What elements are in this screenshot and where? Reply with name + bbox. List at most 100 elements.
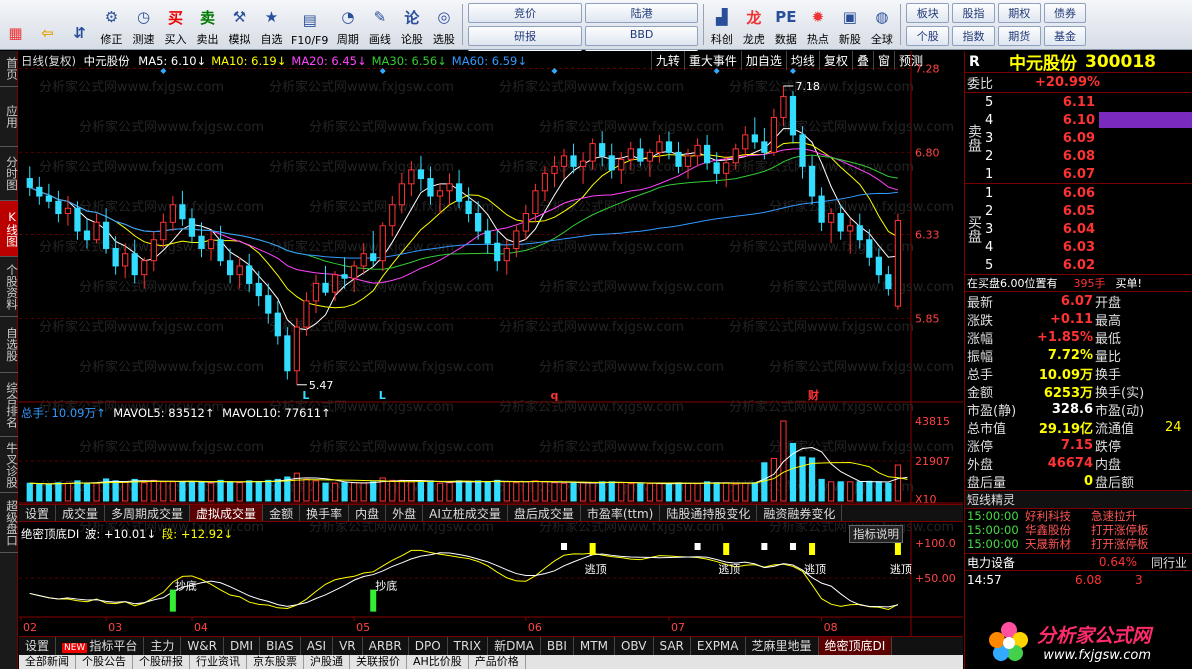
buttons-button-4[interactable]: ◷ 测速 [128,0,160,49]
bottom-indicator-tab[interactable]: ASI [301,637,334,655]
info-tab[interactable]: 京东股票 [247,655,304,669]
left-tab[interactable]: K线图 [0,201,19,257]
buttons-button-12[interactable]: 论论股 [396,0,428,49]
chart-tool-button[interactable]: 重大事件 [683,51,741,70]
bottom-indicator-tab[interactable]: MTM [574,637,615,655]
market-link[interactable]: 债券 [1043,3,1087,23]
market-link[interactable]: 板块 [906,3,950,23]
buttons-button-3[interactable]: ⚙ 修正 [96,0,128,49]
market-link[interactable]: 基金 [1043,26,1087,46]
bottom-indicator-tab[interactable]: TRIX [448,637,489,655]
bottom-indicator-tab[interactable]: 设置 [19,637,57,655]
chart-tool-button[interactable]: 预测 [893,51,927,70]
short-item[interactable]: 15:00:00 华鑫股份 打开涨停板 [965,523,1192,537]
quick-link[interactable]: BBD [584,26,699,46]
indicator-tab[interactable]: 设置 [19,505,57,521]
buttons-button-1[interactable]: ⇦ [32,0,64,49]
indicator-tab[interactable]: 融资融券变化 [757,505,843,521]
left-tab[interactable]: 综合排名 [0,373,19,437]
bottom-indicator-tab[interactable]: VR [333,637,363,655]
left-tab[interactable]: 个股资料 [0,257,19,317]
quick-link[interactable]: 陆港 [584,3,699,23]
indicator-tab[interactable]: 虚拟成交量 [190,505,264,521]
event-marker[interactable]: L [302,389,309,402]
bottom-indicator-tab[interactable]: 绝密顶底DI [818,637,893,655]
bottom-indicator-tab[interactable]: BBI [541,637,574,655]
bottom-indicator-tab[interactable]: 新DMA [488,637,541,655]
buttons-button-6[interactable]: 卖卖出 [192,0,224,49]
buttons2-button-2[interactable]: PE 数据 [770,0,802,49]
chart-tool-button[interactable]: 均线 [785,51,819,70]
bottom-indicator-tab[interactable]: 芝麻里地量 [746,637,819,655]
buttons2-button-1[interactable]: 龙龙虎 [738,0,770,49]
left-tab[interactable]: 首页 [0,51,19,87]
left-tab[interactable]: 超级盘口 [0,493,19,553]
bottom-indicator-tab[interactable]: DMI [224,637,261,655]
indicator-tab[interactable]: AI立桩成交量 [423,505,508,521]
buttons-button-11[interactable]: ✎ 画线 [364,0,396,49]
bottom-indicator-tab[interactable]: OBV [615,637,654,655]
bottom-indicator-tab[interactable]: EXPMA [691,637,746,655]
indicator-tab[interactable]: 陆股通持股变化 [660,505,758,521]
indicator-tab[interactable]: 外盘 [386,505,424,521]
bottom-indicator-tab[interactable]: 主力 [144,637,182,655]
chart-tool-button[interactable]: 窗 [872,51,894,70]
buttons-button-0[interactable]: ▦ [0,0,32,49]
bottom-indicator-tab[interactable]: DPO [409,637,448,655]
bottom-indicator-tab[interactable]: ARBR [363,637,409,655]
chart-tool-button[interactable]: 复权 [818,51,852,70]
indicator-help-button[interactable]: 指标说明 [849,525,903,543]
buttons-button-2[interactable]: ⇵ [64,0,96,49]
indicator-tab[interactable]: 盘后成交量 [508,505,581,521]
info-tab[interactable]: 行业资讯 [190,655,247,669]
short-item[interactable]: 15:00:00 好利科技 急速拉升 [965,509,1192,523]
buttons2-button-4[interactable]: ▣ 新股 [834,0,866,49]
info-tab[interactable]: AH比价股 [407,655,469,669]
event-marker[interactable]: q [550,389,558,402]
buttons-button-13[interactable]: ◎ 选股 [428,0,460,49]
chart-tool-button[interactable]: 加自选 [740,51,786,70]
bottom-indicator-tab[interactable]: W&R [181,637,224,655]
event-marker[interactable]: 财 [807,388,819,402]
buttons-button-8[interactable]: ★ 自选 [256,0,288,49]
info-tab[interactable]: 产品价格 [469,655,526,669]
info-tab[interactable]: 个股研报 [133,655,190,669]
quick-link[interactable]: 研报 [468,26,582,46]
bottom-indicator-tab[interactable]: SAR [654,637,691,655]
short-item[interactable]: 15:00:00 天晟新材 打开涨停板 [965,537,1192,551]
buttons-button-10[interactable]: ◔ 周期 [332,0,364,49]
indicator-tab[interactable]: 内盘 [349,505,387,521]
market-link[interactable]: 指数 [952,26,995,46]
indicator-tab[interactable]: 换手率 [300,505,350,521]
market-link[interactable]: 股指 [952,3,995,23]
info-tab[interactable]: 关联报价 [350,655,407,669]
indicator-tab[interactable]: 多周期成交量 [105,505,191,521]
quick-link[interactable]: 竞价 [468,3,582,23]
market-link[interactable]: 期权 [997,3,1041,23]
info-tab[interactable]: 个股公告 [76,655,133,669]
market-link[interactable]: 个股 [906,26,950,46]
buttons2-button-5[interactable]: ◍ 全球 [866,0,898,49]
left-tab[interactable]: 牛叉诊股 [0,437,19,493]
indicator-tab[interactable]: 成交量 [56,505,106,521]
left-tab[interactable]: 分时图 [0,147,19,201]
info-tab[interactable]: 全部新闻 [19,655,76,669]
buttons-button-5[interactable]: 买买入 [160,0,192,49]
info-tab[interactable]: 沪股通 [304,655,350,669]
chart-tool-button[interactable]: 九转 [650,51,684,70]
event-marker[interactable]: L [379,389,386,402]
bottom-indicator-tab[interactable]: BIAS [260,637,301,655]
bottom-indicator-tab[interactable]: NEW 指标平台 [56,637,145,655]
buttons2-button-3[interactable]: ✹ 热点 [802,0,834,49]
left-tab[interactable]: 自选股 [0,317,19,373]
buttons-button-9[interactable]: ▤ F10/F9 [288,0,332,49]
left-tab[interactable]: 应用 [0,87,19,147]
sector-row[interactable]: 电力设备 0.64% 同行业 [965,553,1192,571]
indicator-tab[interactable]: 市盈率(ttm) [581,505,661,521]
market-link[interactable]: 期货 [997,26,1041,46]
buttons2-button-0[interactable]: ▟ 科创 [706,0,738,49]
chart-tool-button[interactable]: 叠 [851,51,873,70]
buttons-button-7[interactable]: ⚒ 模拟 [224,0,256,49]
indicator-tab[interactable]: 金额 [263,505,301,521]
kline-chart-area[interactable]: 分析家公式网www.fxjgsw.com 分析家公式网www.fxjgsw.com… [19,51,963,636]
